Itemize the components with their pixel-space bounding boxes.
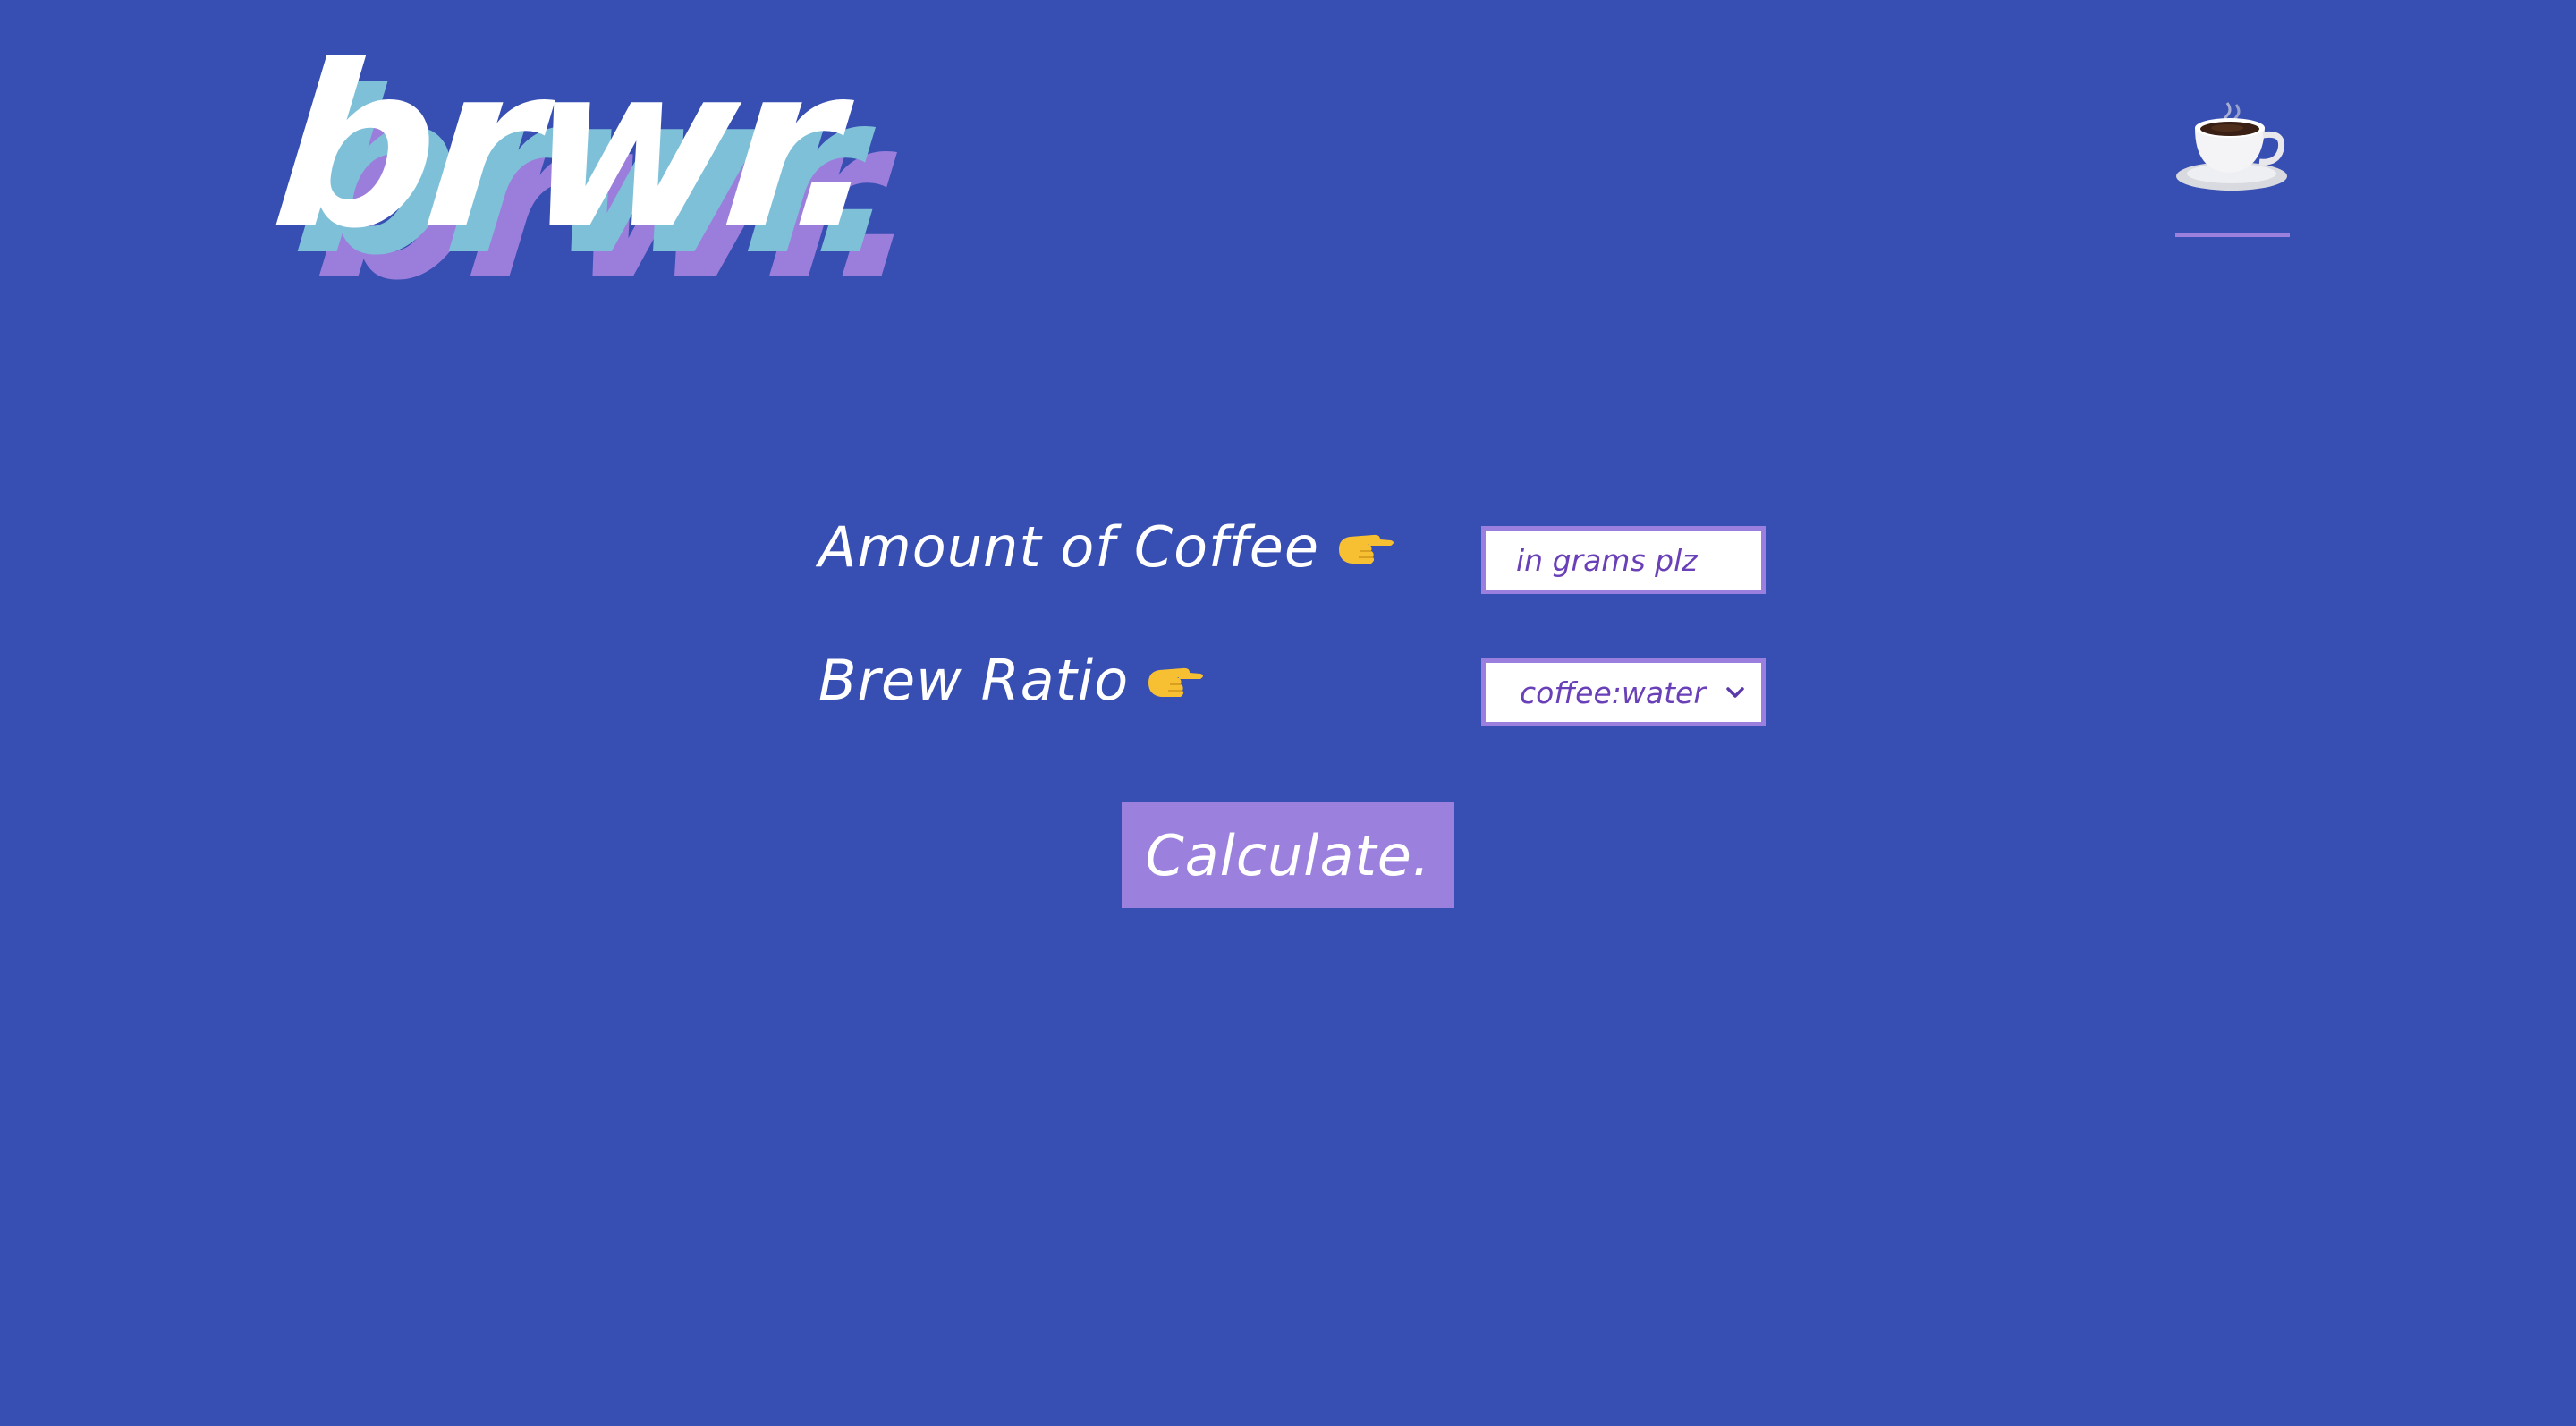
coffee-amount-label: Amount of Coffee bbox=[818, 514, 1396, 580]
page: brwr. brwr. brwr. Amount of Coffee in gr… bbox=[0, 0, 2576, 1426]
brew-ratio-selected-value: coffee:water bbox=[1520, 675, 1706, 710]
chevron-down-icon bbox=[1726, 687, 1744, 698]
logo-text: brwr. bbox=[263, 17, 887, 277]
pointing-hand-icon bbox=[1338, 534, 1394, 564]
calculate-button[interactable]: Calculate. bbox=[1122, 802, 1454, 908]
coffee-amount-label-text: Amount of Coffee bbox=[818, 514, 1319, 580]
nav-active-underline bbox=[2175, 233, 2290, 237]
brew-ratio-label-text: Brew Ratio bbox=[818, 648, 1130, 713]
brew-ratio-label: Brew Ratio bbox=[818, 648, 1206, 713]
nav-coffee-link[interactable] bbox=[2174, 94, 2290, 192]
coffee-amount-input[interactable] bbox=[1481, 526, 1766, 594]
brew-ratio-select[interactable]: coffee:water bbox=[1481, 658, 1766, 726]
pointing-hand-icon bbox=[1148, 667, 1204, 697]
brwr-logo[interactable]: brwr. brwr. brwr. bbox=[264, 17, 929, 329]
coffee-cup-icon bbox=[2176, 102, 2287, 191]
